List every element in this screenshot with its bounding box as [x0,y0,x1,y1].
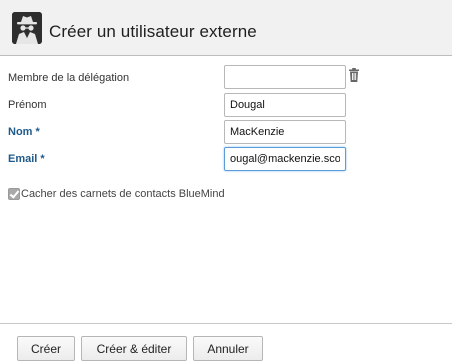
trash-icon[interactable] [349,68,359,82]
lastname-label: Nom * [8,126,40,138]
firstname-label: Prénom [8,99,47,111]
create-button[interactable]: Créer [17,336,75,361]
dialog-footer: Créer Créer & éditer Annuler [0,323,452,362]
delegation-input[interactable] [224,65,346,89]
hide-addressbooks-label: Cacher des carnets de contacts BlueMind [21,188,225,200]
delegation-label: Membre de la délégation [8,72,130,84]
cancel-button[interactable]: Annuler [193,336,263,361]
create-external-user-dialog: Créer un utilisateur externe Membre de l… [0,0,452,362]
hide-addressbooks-checkbox[interactable] [8,188,20,200]
firstname-input[interactable] [224,93,346,117]
email-input[interactable] [224,147,346,171]
incognito-spy-icon [12,12,42,44]
email-label: Email * [8,153,45,165]
lastname-input[interactable] [224,120,346,144]
create-and-edit-button[interactable]: Créer & éditer [81,336,187,361]
hide-addressbooks-option[interactable]: Cacher des carnets de contacts BlueMind [8,188,225,200]
dialog-header: Créer un utilisateur externe [0,0,452,56]
dialog-title: Créer un utilisateur externe [49,22,257,41]
